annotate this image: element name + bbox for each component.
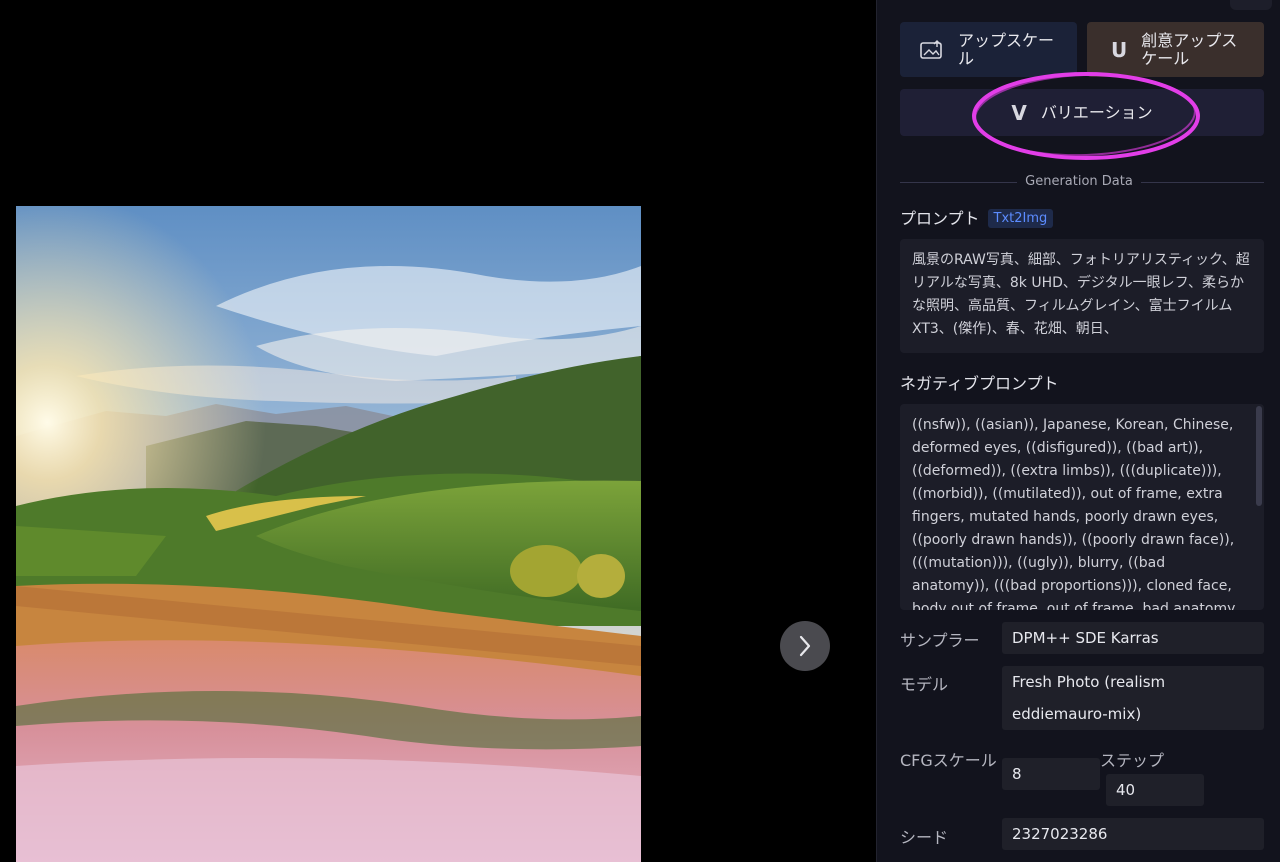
generated-image[interactable]	[16, 206, 641, 862]
prompt-heading: プロンプト Txt2Img	[900, 205, 1054, 229]
negative-prompt-scrollbar[interactable]	[1256, 406, 1262, 506]
creative-upscale-label: 創意アップスケール	[1141, 30, 1238, 68]
image-upscale-icon	[920, 39, 944, 60]
prompt-text[interactable]: 風景のRAW写真、細部、フォトリアリスティック、超リアルな写真、8k UHD、デ…	[900, 239, 1264, 353]
generation-panel: アップスケール U 創意アップスケール V バリエーション Generation…	[876, 0, 1280, 862]
steps-label: ステップ	[1100, 751, 1165, 770]
seed-label: シード	[900, 828, 949, 847]
variation-label: バリエーション	[1040, 102, 1153, 122]
image-viewer	[0, 0, 876, 862]
sampler-value[interactable]: DPM++ SDE Karras	[1002, 622, 1264, 654]
negative-prompt-box[interactable]: ((nsfw)), ((asian)), Japanese, Korean, C…	[900, 404, 1264, 610]
steps-value[interactable]: 40	[1106, 774, 1204, 806]
variation-icon: V	[1011, 100, 1027, 125]
chevron-right-icon	[799, 635, 811, 657]
prompt-type-badge: Txt2Img	[987, 209, 1054, 228]
upscale-button[interactable]: アップスケール	[900, 22, 1077, 77]
seed-value[interactable]: 2327023286	[1002, 818, 1264, 850]
upscale-label: アップスケール	[958, 30, 1055, 68]
creative-upscale-button[interactable]: U 創意アップスケール	[1087, 22, 1264, 77]
next-image-button[interactable]	[780, 621, 830, 671]
negative-prompt-title: ネガティブプロンプト	[900, 374, 1059, 393]
prompt-title: プロンプト	[900, 209, 980, 228]
negative-prompt-text: ((nsfw)), ((asian)), Japanese, Korean, C…	[912, 417, 1240, 610]
sampler-label: サンプラー	[900, 631, 980, 650]
landscape-image-art	[16, 206, 641, 862]
cfg-scale-label: CFGスケール	[900, 751, 997, 770]
variation-button[interactable]: V バリエーション	[900, 89, 1264, 136]
panel-top-button[interactable]	[1230, 0, 1272, 10]
creative-upscale-icon: U	[1111, 37, 1128, 62]
model-label: モデル	[900, 675, 949, 694]
cfg-scale-value[interactable]: 8	[1002, 758, 1100, 790]
generation-data-label: Generation Data	[1017, 174, 1141, 189]
model-value[interactable]: Fresh Photo (realism eddiemauro-mix)	[1002, 666, 1264, 730]
